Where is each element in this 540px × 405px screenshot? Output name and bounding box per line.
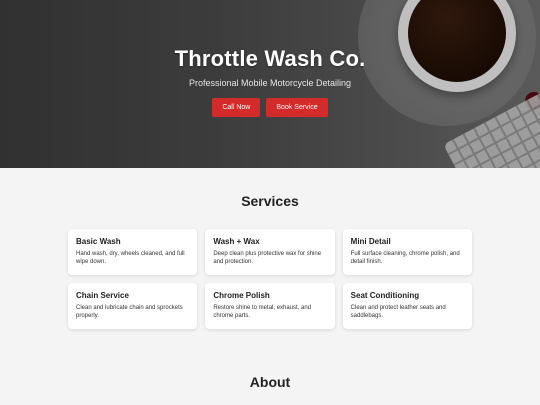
hero-banner: Throttle Wash Co. Professional Mobile Mo… (0, 0, 540, 168)
service-title: Chain Service (76, 291, 129, 300)
service-title: Wash + Wax (213, 237, 260, 246)
services-grid: Basic Wash Hand wash, dry, wheels cleane… (68, 229, 472, 329)
service-description: Full surface cleaning, chrome polish, an… (350, 251, 460, 265)
service-title: Mini Detail (350, 237, 391, 246)
service-description: Restore shine to metal, exhaust, and chr… (213, 305, 312, 319)
call-now-button[interactable]: Call Now (212, 98, 261, 117)
hero-content: Throttle Wash Co. Professional Mobile Mo… (0, 46, 540, 117)
service-card-chain-service: Chain Service Clean and lubricate chain … (68, 283, 198, 329)
service-description: Clean and protect leather seats and sadd… (350, 305, 446, 319)
services-section: Services Basic Wash Hand wash, dry, whee… (0, 168, 540, 329)
service-description: Hand wash, dry, wheels cleaned, and full… (76, 251, 185, 265)
service-card-seat-conditioning: Seat Conditioning Clean and protect leat… (342, 283, 472, 329)
service-title: Seat Conditioning (350, 291, 420, 300)
service-description: Deep clean plus protective wax for shine… (213, 251, 322, 265)
service-card-wash-wax: Wash + Wax Deep clean plus protective wa… (205, 229, 335, 275)
service-card-chrome-polish: Chrome Polish Restore shine to metal, ex… (205, 283, 335, 329)
service-title: Basic Wash (76, 237, 121, 246)
hero-buttons: Call Now Book Service (0, 98, 540, 117)
services-heading: Services (241, 193, 299, 209)
about-heading: About (249, 374, 291, 390)
service-card-mini-detail: Mini Detail Full surface cleaning, chrom… (342, 229, 472, 275)
book-service-button[interactable]: Book Service (266, 98, 328, 117)
service-card-basic-wash: Basic Wash Hand wash, dry, wheels cleane… (68, 229, 198, 275)
hero-tagline: Professional Mobile Motorcycle Detailing (188, 78, 352, 88)
service-description: Clean and lubricate chain and sprockets … (76, 305, 183, 319)
hero-title: Throttle Wash Co. (174, 46, 366, 71)
about-section: About (0, 374, 540, 390)
service-title: Chrome Polish (213, 291, 270, 300)
